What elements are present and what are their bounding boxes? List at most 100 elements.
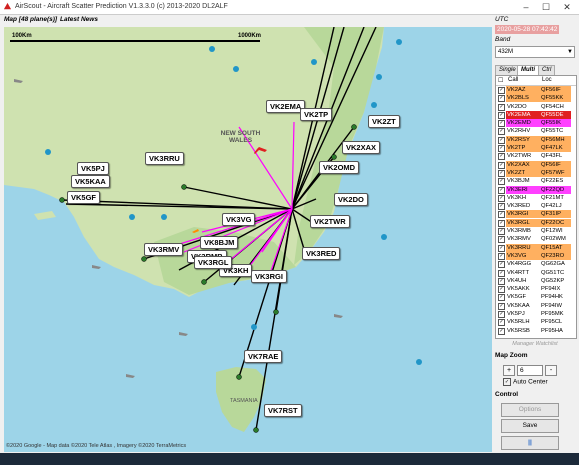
watchlist-checkbox[interactable]: ✓ [498, 219, 505, 227]
watchlist-row[interactable]: ✓ VK4RGG QG62GA [496, 260, 576, 269]
band-select[interactable]: 432M ▼ [495, 46, 575, 58]
watchlist-row[interactable]: ✓ VK3KH QF21MT [496, 194, 576, 202]
callout-vk7rae[interactable]: VK7RAE [244, 350, 283, 363]
callout-vk3rgi[interactable]: VK3RGI [251, 270, 287, 283]
watchlist-checkbox[interactable]: ✓ [498, 277, 505, 285]
tab-single[interactable]: Single [495, 65, 520, 75]
close-icon[interactable]: ✕ [557, 1, 577, 13]
watchlist-checkbox[interactable]: ✓ [498, 252, 505, 260]
checkbox-header[interactable]: ☐ [498, 77, 503, 84]
options-button[interactable]: Options [501, 403, 559, 417]
watchlist-row[interactable]: ✓ VK2TP QF47LK [496, 144, 576, 153]
watchlist-row[interactable]: ✓ VK2ZT QF57WF [496, 168, 576, 177]
save-button[interactable]: Save [501, 419, 559, 433]
watchlist-row[interactable]: ✓ VK3RMB QF12WI [496, 227, 576, 236]
watchlist-row[interactable]: ✓ VK2EMD QF55IK [496, 119, 576, 128]
watchlist-row[interactable]: ✓ VK2RSY QF56MH [496, 135, 576, 144]
pause-button[interactable]: || [501, 436, 559, 450]
watchlist-checkbox[interactable]: ✓ [498, 302, 505, 310]
watchlist-checkbox[interactable]: ✓ [498, 228, 505, 236]
callout-vk3rmv[interactable]: VK3RMV [144, 243, 184, 256]
watchlist-row[interactable]: ✓ VK3RRU QF15AT [496, 243, 576, 252]
callout-vk2omd[interactable]: VK2OMD [319, 161, 360, 174]
watchlist-row[interactable]: ✓ VK5GF PF94HK [496, 293, 576, 302]
watchlist-row[interactable]: ✓ VK5AKK PF94IX [496, 285, 576, 294]
watchlist-checkbox[interactable]: ✓ [498, 145, 505, 153]
callout-vk2do[interactable]: VK2DO [334, 193, 368, 206]
watchlist-checkbox[interactable]: ✓ [498, 194, 505, 202]
callout-vk5gf[interactable]: VK5GF [67, 191, 101, 204]
tab-multi[interactable]: Multi [517, 65, 539, 75]
watchlist-checkbox[interactable]: ✓ [498, 294, 505, 302]
callout-vk2zt[interactable]: VK2ZT [368, 115, 400, 128]
watchlist-checkbox[interactable]: ✓ [498, 203, 505, 211]
watchlist-checkbox[interactable]: ✓ [498, 236, 505, 244]
watchlist-checkbox[interactable]: ✓ [498, 95, 505, 103]
watchlist-row[interactable]: ✓ VK3RGL QF22OC [496, 218, 576, 227]
watchlist-row[interactable]: ✓ VK2DO QF54CH [496, 103, 576, 111]
callout-vk8bjm[interactable]: VK8BJM [200, 236, 239, 249]
watchlist-row[interactable]: ✓ VK4RTT QG51TC [496, 269, 576, 277]
watchlist-row[interactable]: ✓ VK3VG QF23RO [496, 251, 576, 260]
watchlist[interactable]: ☐ Call Loc ✓ VK2AZ QF56IF ✓ VK2BLS QF55KK ✓ VK2… [495, 75, 577, 339]
tab-latest-news[interactable]: Latest News [60, 16, 98, 23]
watchlist-row[interactable]: ✓ VK5RSB PF95HA [496, 327, 576, 335]
watchlist-row[interactable]: ✓ VK2TWR QF43FL [496, 152, 576, 161]
watchlist-checkbox[interactable]: ✓ [498, 103, 505, 111]
watchlist-row[interactable]: ✓ VK5KAA PF94IW [496, 302, 576, 310]
callout-vk5pj[interactable]: VK5PJ [77, 162, 109, 175]
watchlist-row[interactable]: ✓ VK4UH QG52KP [496, 277, 576, 285]
watchlist-checkbox[interactable]: ✓ [498, 128, 505, 136]
watchlist-checkbox[interactable]: ✓ [498, 327, 505, 335]
watchlist-checkbox[interactable]: ✓ [498, 87, 505, 94]
callout-vk3rgl[interactable]: VK3RGL [194, 256, 233, 269]
watchlist-checkbox[interactable]: ✓ [498, 319, 505, 327]
watchlist-checkbox[interactable]: ✓ [498, 178, 505, 186]
map-canvas[interactable] [4, 27, 492, 452]
maximize-icon[interactable]: ☐ [536, 1, 556, 13]
watchlist-row[interactable]: ✓ VK3BJM QF22ES [496, 177, 576, 186]
watchlist-row[interactable]: ✓ VK2XAX QF56IF [496, 160, 576, 169]
watchlist-row[interactable]: ✓ VK2BLS QF55KK [496, 94, 576, 103]
auto-center-checkbox[interactable]: ✓ Auto Center [503, 378, 548, 386]
zoom-in-button[interactable]: + [503, 365, 515, 376]
callout-vk3red[interactable]: VK3RED [302, 247, 341, 260]
watchlist-checkbox[interactable]: ✓ [498, 261, 505, 269]
watchlist-row[interactable]: ✓ VK3RGI QF31IP [496, 210, 576, 219]
manager-watchlist-label[interactable]: Manager Watchlist [495, 341, 575, 347]
minimize-icon[interactable]: – [516, 1, 536, 13]
callout-vk2tp[interactable]: VK2TP [300, 108, 333, 121]
watchlist-checkbox[interactable]: ✓ [498, 169, 505, 177]
watchlist-row[interactable]: ✓ VK3RED QF42LJ [496, 202, 576, 211]
watchlist-checkbox[interactable]: ✓ [498, 286, 505, 294]
watchlist-row[interactable]: ✓ VK5PJ PF95MK [496, 310, 576, 319]
header-call[interactable]: Call [508, 77, 518, 83]
watchlist-checkbox[interactable]: ✓ [498, 120, 505, 128]
callout-vk7rst[interactable]: VK7RST [264, 404, 302, 417]
map-view[interactable]: 100Km 1000Km NEW SOUTH WALES TASMANIA VK… [4, 27, 492, 452]
watchlist-checkbox[interactable]: ✓ [498, 153, 505, 161]
callout-vk2twr[interactable]: VK2TWR [310, 215, 350, 228]
tab-map[interactable]: Map [48 plane(s)] [4, 16, 57, 23]
watchlist-row[interactable]: ✓ VK3ERI QF22QD [496, 185, 576, 194]
watchlist-checkbox[interactable]: ✓ [498, 111, 505, 119]
zoom-out-button[interactable]: - [545, 365, 557, 376]
watchlist-checkbox[interactable]: ✓ [498, 244, 505, 252]
watchlist-checkbox[interactable]: ✓ [498, 211, 505, 219]
watchlist-row[interactable]: ✓ VK2EMA QF55DE [496, 110, 576, 119]
callout-vk5kaa[interactable]: VK5KAA [71, 175, 110, 188]
watchlist-row[interactable]: ✓ VK2RHV QF55TC [496, 127, 576, 136]
watchlist-checkbox[interactable]: ✓ [498, 311, 505, 319]
watchlist-checkbox[interactable]: ✓ [498, 186, 505, 194]
header-loc[interactable]: Loc [542, 77, 552, 83]
watchlist-checkbox[interactable]: ✓ [498, 136, 505, 144]
tab-ctrl[interactable]: Ctrl [538, 65, 556, 75]
callout-vk3vg[interactable]: VK3VG [222, 213, 256, 226]
watchlist-row[interactable]: ✓ VK5RLH PF95CL [496, 318, 576, 327]
watchlist-checkbox[interactable]: ✓ [498, 269, 505, 277]
zoom-value[interactable]: 6 [517, 365, 543, 376]
watchlist-row[interactable]: ✓ VK3RMV QF02WM [496, 235, 576, 244]
callout-vk3rru[interactable]: VK3RRU [145, 152, 184, 165]
watchlist-checkbox[interactable]: ✓ [498, 161, 505, 169]
callout-vk2xax[interactable]: VK2XAX [342, 141, 381, 154]
